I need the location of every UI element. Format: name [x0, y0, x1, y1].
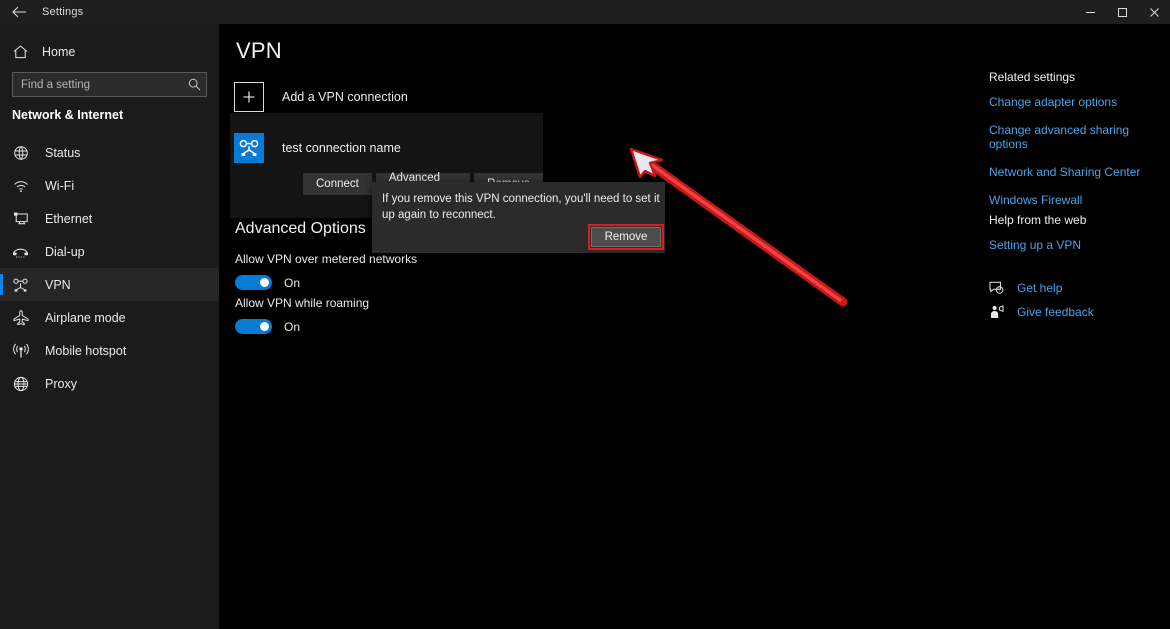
option-caption: Allow VPN over metered networks — [235, 252, 418, 266]
sidebar-item-vpn[interactable]: VPN — [0, 268, 219, 301]
proxy-icon — [12, 375, 29, 392]
ethernet-icon — [12, 210, 29, 227]
advanced-options-heading: Advanced Options — [235, 220, 366, 237]
sidebar: Home Network & Internet — [0, 24, 219, 629]
wifi-icon — [12, 177, 29, 194]
option-allow-vpn-roaming: Allow VPN while roaming On — [235, 296, 369, 334]
get-help-row[interactable]: ? Get help — [989, 280, 1170, 295]
connect-button[interactable]: Connect — [303, 173, 372, 195]
window-controls — [1074, 0, 1170, 24]
close-button[interactable] — [1138, 0, 1170, 24]
home-icon — [12, 44, 28, 60]
remove-confirmation-flyout: If you remove this VPN connection, you'l… — [372, 182, 665, 253]
toggle-knob — [260, 322, 269, 331]
airplane-icon — [12, 309, 29, 326]
remove-confirmation-message: If you remove this VPN connection, you'l… — [382, 193, 660, 221]
sidebar-item-label: Mobile hotspot — [45, 343, 127, 358]
link-setting-up-a-vpn[interactable]: Setting up a VPN — [989, 238, 1170, 252]
add-vpn-connection-label: Add a VPN connection — [282, 90, 408, 104]
sidebar-item-label: Wi-Fi — [45, 178, 75, 193]
sidebar-item-dialup[interactable]: Dial-up — [0, 235, 219, 268]
related-settings-rail: Related settings Change adapter options … — [989, 24, 1170, 629]
hotspot-icon — [12, 342, 29, 359]
related-settings-section: Related settings Change adapter options … — [989, 70, 1170, 221]
sidebar-item-label: Ethernet — [45, 211, 93, 226]
status-icon — [12, 144, 29, 161]
search-box[interactable] — [12, 72, 207, 97]
sidebar-item-wifi[interactable]: Wi-Fi — [0, 169, 219, 202]
sidebar-item-proxy[interactable]: Proxy — [0, 367, 219, 400]
maximize-button[interactable] — [1106, 0, 1138, 24]
sidebar-item-label: Status — [45, 145, 81, 160]
toggle-knob — [260, 278, 269, 287]
sidebar-item-mobile-hotspot[interactable]: Mobile hotspot — [0, 334, 219, 367]
toggle-allow-vpn-roaming[interactable] — [235, 319, 272, 334]
search-icon[interactable] — [182, 78, 206, 91]
sidebar-item-label: Airplane mode — [45, 310, 126, 325]
link-change-advanced-sharing-options[interactable]: Change advanced sharing options — [989, 123, 1170, 151]
back-arrow-icon[interactable] — [4, 0, 34, 24]
sidebar-item-ethernet[interactable]: Ethernet — [0, 202, 219, 235]
settings-window: Settings Home Find a setting Network & I… — [0, 0, 1170, 629]
vpn-connection-name: test connection name — [282, 140, 401, 155]
sidebar-item-status[interactable]: Status — [0, 136, 219, 169]
window-title: Settings — [42, 6, 84, 18]
toggle-state-label: On — [284, 275, 301, 290]
get-help-icon: ? — [989, 280, 1004, 295]
toggle-allow-vpn-metered[interactable] — [235, 275, 272, 290]
give-feedback-icon — [989, 304, 1004, 319]
sidebar-item-label: Dial-up — [45, 244, 85, 259]
option-caption: Allow VPN while roaming — [235, 296, 370, 310]
dialup-icon — [12, 243, 29, 260]
link-give-feedback[interactable]: Give feedback — [1017, 305, 1094, 319]
vpn-connection-row[interactable]: test connection name — [234, 131, 401, 164]
link-network-and-sharing-center[interactable]: Network and Sharing Center — [989, 165, 1170, 179]
confirm-remove-button[interactable]: Remove — [591, 227, 661, 247]
related-settings-heading: Related settings — [989, 70, 1076, 84]
sidebar-item-label: VPN — [45, 277, 71, 292]
sidebar-item-home[interactable]: Home — [0, 38, 219, 66]
sidebar-item-label: Proxy — [45, 376, 77, 391]
sidebar-item-airplane-mode[interactable]: Airplane mode — [0, 301, 219, 334]
link-windows-firewall[interactable]: Windows Firewall — [989, 193, 1170, 207]
link-get-help[interactable]: Get help — [1017, 281, 1062, 295]
search-input[interactable] — [13, 73, 182, 96]
sidebar-category-title: Network & Internet — [12, 108, 124, 122]
link-change-adapter-options[interactable]: Change adapter options — [989, 95, 1170, 109]
support-section: ? Get help Give feedback — [989, 280, 1170, 328]
sidebar-nav: Status Wi-Fi Ethernet Dial-up VPN Airpla… — [0, 136, 219, 400]
title-bar: Settings — [0, 0, 1170, 24]
option-allow-vpn-metered: Allow VPN over metered networks On — [235, 252, 417, 290]
plus-icon — [234, 82, 264, 112]
help-from-web-section: Help from the web Setting up a VPN — [989, 213, 1170, 266]
page-title: VPN — [236, 38, 282, 63]
vpn-icon — [12, 276, 29, 293]
add-vpn-connection-row[interactable]: Add a VPN connection — [234, 77, 408, 117]
sidebar-home-label: Home — [42, 45, 76, 59]
minimize-button[interactable] — [1074, 0, 1106, 24]
confirm-remove-highlight: Remove — [588, 224, 664, 250]
toggle-state-label: On — [284, 319, 301, 334]
vpn-connection-card[interactable]: test connection name Connect Advanced op… — [230, 113, 665, 253]
help-from-web-heading: Help from the web — [989, 213, 1087, 227]
give-feedback-row[interactable]: Give feedback — [989, 304, 1170, 319]
vpn-connection-icon — [234, 132, 264, 163]
svg-text:?: ? — [998, 287, 1001, 292]
